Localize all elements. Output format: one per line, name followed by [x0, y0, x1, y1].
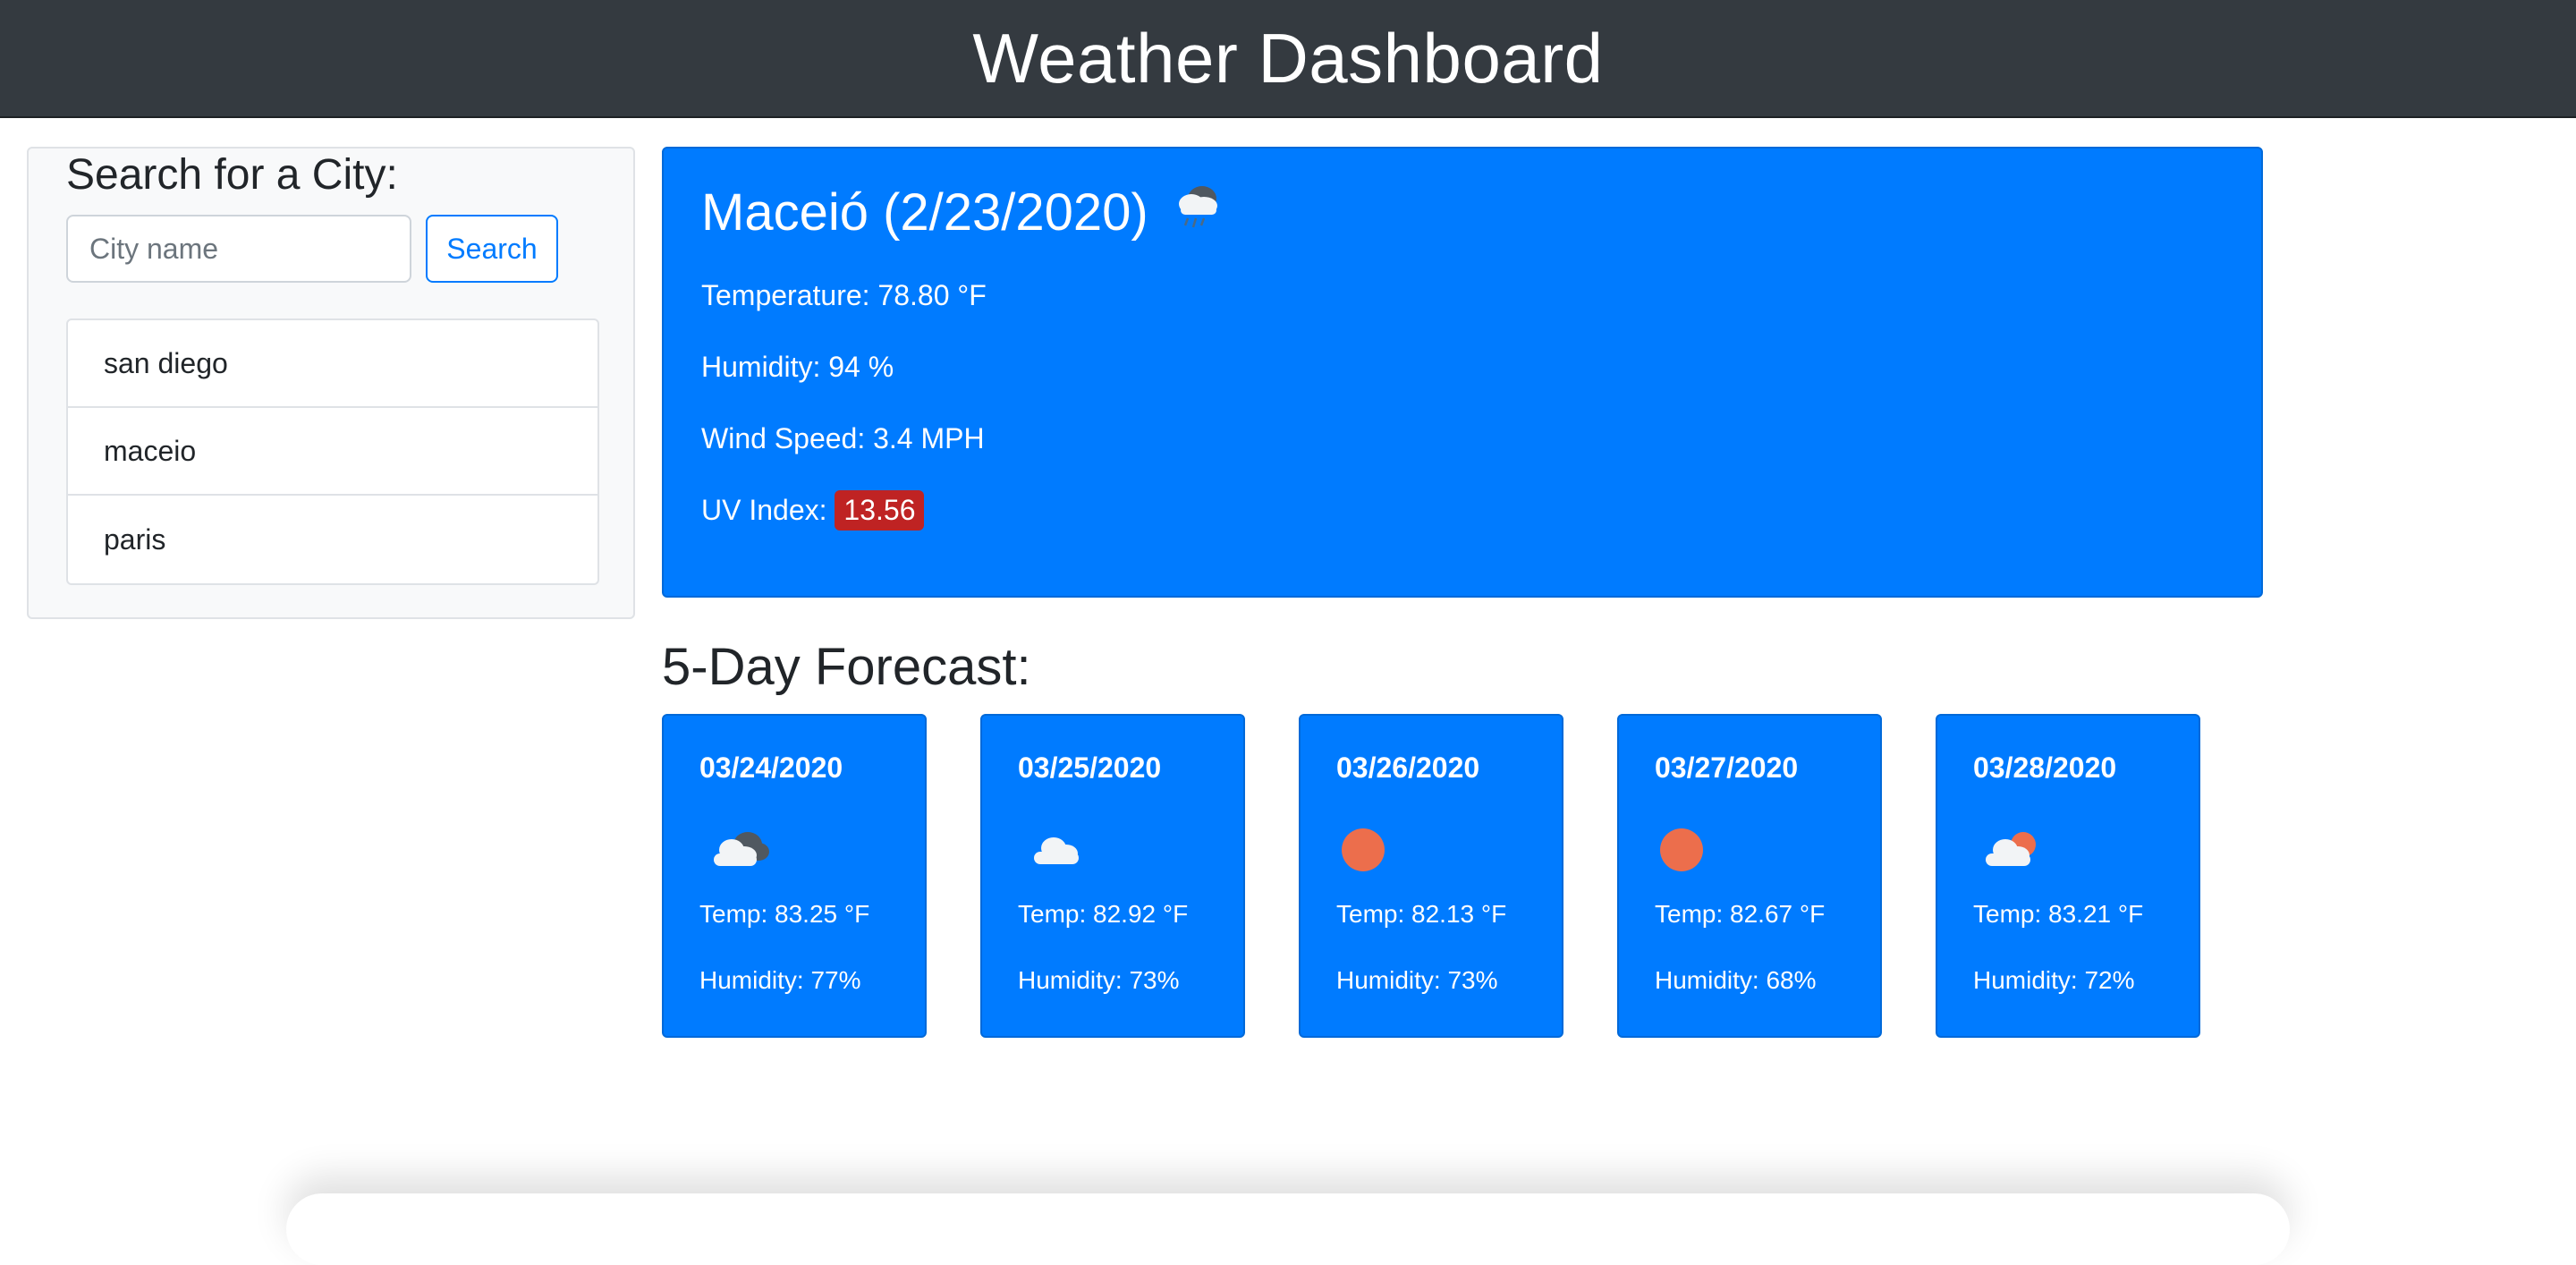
- cloud-icon: [1021, 825, 1093, 879]
- forecast-date: 03/25/2020: [1018, 751, 1161, 785]
- current-uv-index: UV Index: 13.56: [701, 490, 924, 531]
- forecast-humidity: Humidity: 73%: [1336, 966, 1498, 995]
- city-date-label: Maceió (2/23/2020): [701, 183, 1148, 242]
- app-header: Weather Dashboard: [0, 0, 2576, 118]
- current-weather-card: Maceió (2/23/2020) Temperature: 78.80 °F…: [662, 147, 2263, 598]
- sun-icon: [1340, 825, 1411, 879]
- current-weather-title: Maceió (2/23/2020): [701, 181, 1225, 243]
- bottom-shadow: [286, 1193, 2290, 1265]
- uv-index-badge: 13.56: [835, 490, 924, 531]
- page-title: Weather Dashboard: [972, 18, 1603, 99]
- forecast-date: 03/28/2020: [1973, 751, 2116, 785]
- search-panel-title: Search for a City:: [66, 150, 398, 200]
- partly-cloudy-icon: [1977, 825, 2048, 879]
- city-history-item[interactable]: paris: [68, 496, 597, 583]
- forecast-card: 03/25/2020 Temp: 82.92 °F Humidity: 73%: [980, 714, 1245, 1038]
- search-panel: Search for a City: Search san diego mace…: [27, 147, 635, 619]
- forecast-temp: Temp: 83.25 °F: [699, 900, 869, 929]
- forecast-temp: Temp: 82.13 °F: [1336, 900, 1506, 929]
- forecast-humidity: Humidity: 68%: [1655, 966, 1817, 995]
- forecast-card: 03/27/2020 Temp: 82.67 °F Humidity: 68%: [1617, 714, 1882, 1038]
- forecast-date: 03/26/2020: [1336, 751, 1479, 785]
- current-temperature: Temperature: 78.80 °F: [701, 279, 987, 312]
- forecast-humidity: Humidity: 73%: [1018, 966, 1180, 995]
- broken-clouds-icon: [703, 825, 775, 879]
- forecast-temp: Temp: 82.92 °F: [1018, 900, 1188, 929]
- forecast-card: 03/28/2020 Temp: 83.21 °F Humidity: 72%: [1936, 714, 2200, 1038]
- forecast-card: 03/24/2020 Temp: 83.25 °F Humidity: 77%: [662, 714, 927, 1038]
- forecast-temp: Temp: 83.21 °F: [1973, 900, 2143, 929]
- city-history-item[interactable]: san diego: [68, 320, 597, 408]
- forecast-humidity: Humidity: 72%: [1973, 966, 2135, 995]
- city-history-item[interactable]: maceio: [68, 408, 597, 496]
- sun-icon: [1658, 825, 1730, 879]
- current-wind-speed: Wind Speed: 3.4 MPH: [701, 422, 985, 455]
- forecast-temp: Temp: 82.67 °F: [1655, 900, 1825, 929]
- current-humidity: Humidity: 94 %: [701, 351, 894, 384]
- city-search-input[interactable]: [66, 215, 411, 283]
- city-history-list: san diego maceio paris: [66, 318, 599, 585]
- rain-cloud-icon: [1168, 181, 1225, 243]
- forecast-title: 5-Day Forecast:: [662, 637, 1031, 697]
- uv-index-label: UV Index:: [701, 494, 827, 526]
- forecast-humidity: Humidity: 77%: [699, 966, 861, 995]
- forecast-card: 03/26/2020 Temp: 82.13 °F Humidity: 73%: [1299, 714, 1563, 1038]
- forecast-date: 03/27/2020: [1655, 751, 1798, 785]
- search-button[interactable]: Search: [426, 215, 558, 283]
- forecast-date: 03/24/2020: [699, 751, 843, 785]
